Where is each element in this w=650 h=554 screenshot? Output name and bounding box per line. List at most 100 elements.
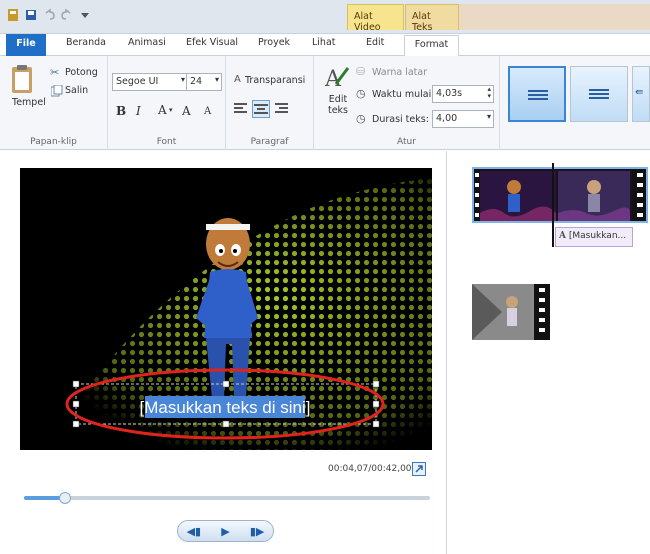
- align-center-button[interactable]: [252, 100, 270, 118]
- bold-button[interactable]: B: [116, 104, 126, 118]
- text-effect-icon: [528, 90, 548, 100]
- align-right-icon: [275, 103, 288, 113]
- duration-select[interactable]: 4,00 ▾: [432, 110, 494, 128]
- clip-thumbnails: [474, 169, 646, 221]
- group-paragraph: A Transparansi Paragraf: [226, 56, 314, 150]
- edit-text-icon: A: [324, 67, 350, 92]
- italic-button[interactable]: I: [136, 104, 141, 118]
- expand-icon: [415, 465, 423, 473]
- copy-button[interactable]: Salin: [50, 84, 106, 98]
- group-label-clipboard: Papan-klip: [30, 137, 77, 147]
- arrow-left-icon: ⇚: [635, 87, 644, 98]
- app-menu-icon[interactable]: [6, 8, 20, 22]
- duration-value: 4,00: [436, 113, 458, 124]
- save-icon[interactable]: [24, 8, 38, 22]
- align-center-icon: [254, 104, 268, 114]
- next-frame-button[interactable]: ▮▶: [246, 522, 268, 540]
- cut-label: Potong: [65, 67, 98, 78]
- ribbon-tabs: File Beranda Animasi Efek Visual Proyek …: [0, 34, 650, 57]
- seek-thumb[interactable]: [58, 492, 71, 504]
- previous-frame-button[interactable]: ◀▮: [183, 522, 205, 540]
- text-effect-gallery-item[interactable]: [570, 66, 628, 122]
- chevron-down-icon: ▾: [180, 75, 185, 84]
- tab-edit[interactable]: Edit: [366, 37, 384, 48]
- spinner-icon[interactable]: ▴ ▾: [487, 86, 491, 100]
- timeline-playhead[interactable]: [552, 163, 554, 247]
- video-clip[interactable]: [472, 284, 550, 340]
- align-left-button[interactable]: [234, 102, 250, 118]
- tab-file[interactable]: File: [6, 34, 46, 56]
- video-preview[interactable]: [Masukkan teks di sini]: [20, 168, 432, 450]
- caption-clip[interactable]: A [Masukkan...: [555, 227, 633, 247]
- clock-icon: ◷: [356, 112, 366, 125]
- caption-text: [Masukkan teks di sini]: [139, 398, 310, 417]
- align-left-icon: [234, 103, 247, 113]
- seek-bar[interactable]: [24, 492, 430, 504]
- tab-lihat[interactable]: Lihat: [312, 37, 336, 48]
- transparency-button[interactable]: A Transparansi: [234, 74, 314, 88]
- customize-qat-icon[interactable]: [78, 8, 92, 22]
- tab-efek-visual[interactable]: Efek Visual: [186, 37, 238, 48]
- playback-time: 00:04,07/00:42,00: [328, 464, 412, 474]
- group-adjust: A Edit teks ⛁ Warna latar ◷ Waktu mulai:…: [314, 56, 500, 150]
- font-family-value: Segoe UI: [116, 76, 159, 87]
- font-color-button[interactable]: A: [158, 103, 167, 117]
- next-frame-icon: ▮▶: [249, 524, 265, 538]
- tab-format[interactable]: Format: [404, 35, 459, 57]
- group-clipboard: Tempel ✂ Potong Salin Papan-klip: [0, 56, 108, 150]
- video-clip[interactable]: [472, 167, 648, 223]
- duration-label: Durasi teks:: [372, 114, 429, 125]
- paste-button[interactable]: Tempel: [8, 64, 46, 114]
- tab-animasi[interactable]: Animasi: [128, 37, 166, 48]
- group-label-adjust: Atur: [397, 137, 416, 147]
- group-label-paragraph: Paragraf: [250, 137, 289, 147]
- background-color-button[interactable]: ⛁ Warna latar: [356, 65, 436, 80]
- text-effect-gallery-item[interactable]: ⇚: [632, 66, 650, 122]
- chevron-down-icon: ▾: [169, 106, 173, 114]
- text-effect-icon: [589, 89, 609, 99]
- caption-clip-label: [Masukkan...: [568, 231, 627, 241]
- chevron-down-icon: ▾: [486, 112, 491, 121]
- undo-icon[interactable]: [42, 8, 56, 22]
- transparency-label: Transparansi: [245, 75, 306, 86]
- play-icon: ▶: [221, 524, 230, 538]
- ribbon: Tempel ✂ Potong Salin Papan-klip Segoe U…: [0, 56, 650, 150]
- context-tab-text-tools: Alat Teks: [405, 4, 459, 33]
- playback-controls: ◀▮ ▶ ▮▶: [177, 520, 274, 542]
- play-button[interactable]: ▶: [214, 522, 236, 540]
- background-color-label: Warna latar: [372, 67, 428, 78]
- tab-proyek[interactable]: Proyek: [258, 37, 290, 48]
- grow-font-button[interactable]: A: [182, 104, 191, 118]
- copy-label: Salin: [65, 85, 89, 96]
- title-bar: Alat Video Alat Teks: [0, 0, 650, 34]
- group-label-font: Font: [156, 137, 177, 147]
- font-size-select[interactable]: 24 ▾: [186, 73, 222, 91]
- group-font: Segoe UI ▾ 24 ▾ B I A ▾ A A Font: [108, 56, 226, 150]
- start-time-label: Waktu mulai:: [372, 89, 435, 100]
- paint-bucket-icon: ⛁: [356, 65, 366, 78]
- align-right-button[interactable]: [274, 102, 290, 118]
- quick-access-toolbar: [6, 8, 92, 22]
- chevron-down-icon: ▾: [214, 75, 219, 84]
- start-time-input[interactable]: 4,03s ▴ ▾: [432, 85, 494, 103]
- cut-button[interactable]: ✂ Potong: [50, 66, 106, 80]
- fullscreen-button[interactable]: [412, 462, 426, 476]
- preview-image: [Masukkan teks di sini]: [20, 168, 432, 450]
- edit-text-button[interactable]: A Edit teks: [322, 64, 352, 128]
- title-bar-strip: [459, 4, 650, 30]
- text-effect-gallery-item[interactable]: [508, 66, 566, 122]
- start-time-label-row: ◷ Waktu mulai:: [356, 87, 434, 102]
- clip-thumbnail: [472, 284, 550, 340]
- font-size-value: 24: [190, 76, 203, 87]
- redo-icon[interactable]: [60, 8, 74, 22]
- clock-icon: ◷: [356, 87, 366, 100]
- shrink-font-button[interactable]: A: [204, 106, 211, 117]
- transparency-icon: A: [234, 74, 241, 85]
- font-family-select[interactable]: Segoe UI ▾: [112, 73, 188, 91]
- previous-frame-icon: ◀▮: [186, 524, 202, 538]
- edit-text-label: Edit teks: [327, 94, 349, 116]
- tab-beranda[interactable]: Beranda: [66, 37, 106, 48]
- context-tab-video-tools: Alat Video: [347, 4, 404, 33]
- scissors-icon: ✂: [50, 66, 60, 79]
- paste-label: Tempel: [12, 97, 46, 108]
